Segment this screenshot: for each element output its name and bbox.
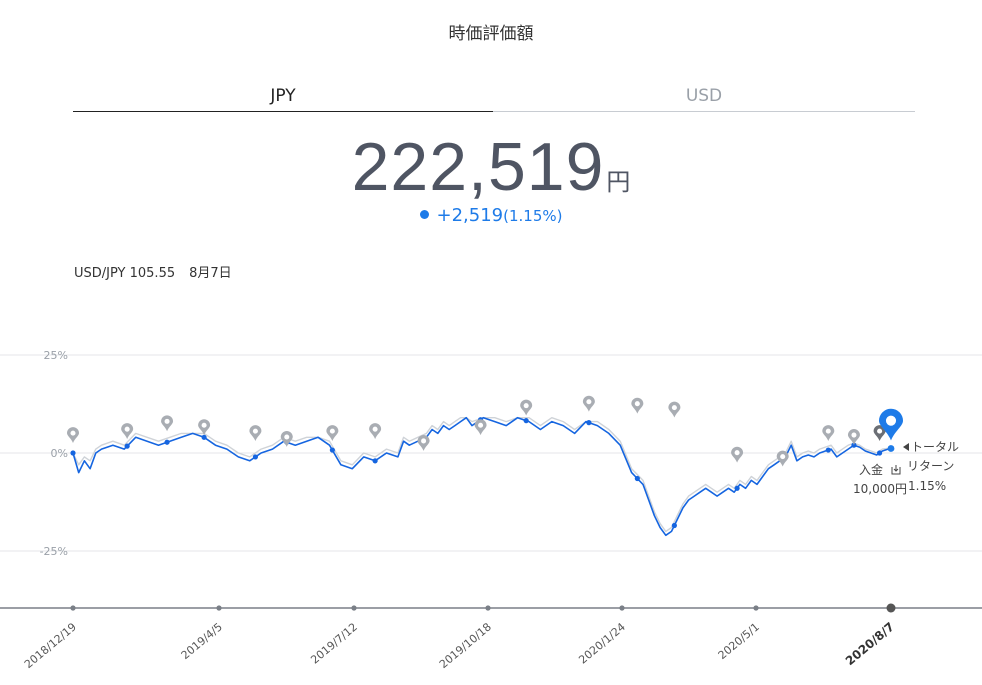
x-tick-label: 2018/12/19 <box>22 620 79 671</box>
x-tick-dot <box>886 603 896 613</box>
deposit-label: 入金 <box>859 462 883 477</box>
data-point[interactable] <box>634 475 640 482</box>
event-marker-icon-center <box>70 430 76 436</box>
event-marker-icon-center <box>252 428 258 434</box>
current-point[interactable] <box>887 445 895 452</box>
data-point[interactable] <box>734 485 740 491</box>
deposit-amount: 10,000円 <box>853 482 907 496</box>
event-marker-icon-center <box>780 454 786 460</box>
event-marker-icon-center <box>634 401 640 407</box>
event-marker-icon-center <box>586 399 592 405</box>
x-tick-label: 2019/7/12 <box>308 620 360 666</box>
event-marker-icon-center <box>329 428 335 434</box>
data-point[interactable] <box>372 458 378 464</box>
event-marker-icon-center <box>851 432 857 438</box>
event-marker-icon-center <box>124 426 130 432</box>
data-point[interactable] <box>252 454 259 460</box>
x-tick-label: 2019/10/18 <box>437 620 494 671</box>
event-marker-icon-center <box>201 422 207 428</box>
x-tick-dot <box>485 605 491 611</box>
current-location-icon-center <box>885 415 897 426</box>
data-point[interactable] <box>586 420 592 426</box>
return-value: 1.15% <box>908 479 946 493</box>
y-tick-label: 0% <box>51 447 68 460</box>
data-point[interactable] <box>329 447 335 453</box>
x-tick-dot <box>216 605 222 611</box>
data-point[interactable] <box>201 434 207 440</box>
chart-annotations: トータル リターン 1.15% 入金 10,000円 <box>853 440 959 496</box>
event-marker-icon-center <box>734 450 740 456</box>
return-pointer-icon <box>903 443 909 451</box>
data-point[interactable] <box>671 522 677 529</box>
y-tick-label: -25% <box>40 545 68 558</box>
event-marker-icon-center <box>284 434 290 440</box>
series-line-return <box>72 416 892 537</box>
event-marker-icon-center <box>478 422 484 428</box>
x-tick-dot <box>351 605 357 611</box>
chart-x-axis: 2018/12/19 2019/4/5 2019/7/12 2019/10/18 202… <box>0 603 982 671</box>
x-tick-dot <box>753 605 759 611</box>
event-marker-icon-center <box>164 418 170 424</box>
x-tick-label: 2020/1/24 <box>576 620 628 666</box>
data-point[interactable] <box>124 443 130 449</box>
y-tick-label: 25% <box>44 349 68 362</box>
x-tick-label: 2020/5/1 <box>716 620 762 662</box>
data-point[interactable] <box>825 447 831 453</box>
download-icon <box>891 465 901 475</box>
deposit-marker-icon-center <box>877 428 883 434</box>
x-tick-label: 2020/8/7 <box>843 620 897 669</box>
event-marker-icon-center <box>421 438 427 444</box>
return-label-2: リターン <box>907 459 954 473</box>
return-label-1: トータル <box>911 440 959 454</box>
data-point[interactable] <box>164 439 170 445</box>
chart-series <box>72 416 892 537</box>
event-marker-icon-center <box>825 428 831 434</box>
x-tick-dot <box>619 605 625 611</box>
performance-chart[interactable]: 25%0%-25% 2018/12/19 2019/4/5 2019/7/12 201… <box>0 0 982 685</box>
data-point[interactable] <box>70 450 76 456</box>
event-marker-icon-center <box>372 426 378 432</box>
event-marker-icon-center <box>523 403 529 409</box>
x-tick-dot <box>70 605 76 611</box>
data-point[interactable] <box>876 450 883 456</box>
data-point[interactable] <box>523 418 529 424</box>
event-marker-icon-center <box>671 405 677 411</box>
x-tick-label: 2019/4/5 <box>179 620 225 662</box>
